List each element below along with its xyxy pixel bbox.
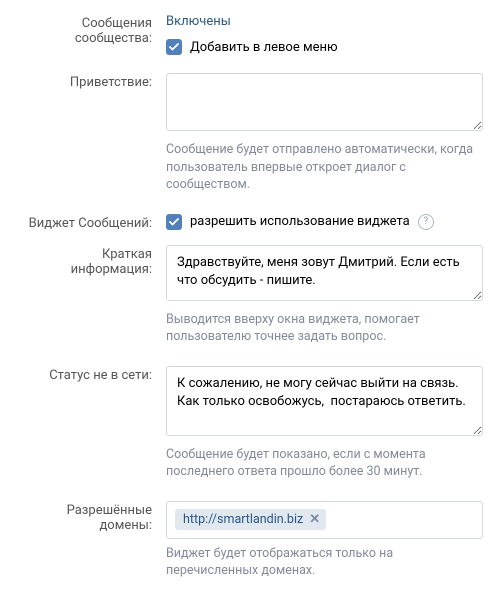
greeting-textarea[interactable]: [166, 73, 483, 131]
domains-row: Разрешённые домены: http://smartlandin.b…: [18, 497, 483, 590]
domains-help: Виджет будет отображаться только на пере…: [166, 545, 483, 580]
short-info-label: Краткая информация:: [18, 241, 166, 277]
greeting-row: Приветствие: Сообщение будет отправлено …: [18, 69, 483, 204]
greeting-help: Сообщение будет отправлено автоматически…: [166, 141, 483, 194]
short-info-row: Краткая информация: Выводится вверху окн…: [18, 241, 483, 356]
domain-token-text: http://smartlandin.biz: [183, 512, 303, 527]
offline-row: Статус не в сети: Сообщение будет показа…: [18, 362, 483, 491]
community-messages-row: Сообщения сообщества: Включены Добавить …: [18, 10, 483, 55]
domains-label: Разрешённые домены:: [18, 497, 166, 533]
offline-textarea[interactable]: [166, 366, 483, 436]
short-info-help: Выводится вверху окна виджета, помогает …: [166, 311, 483, 346]
remove-token-icon[interactable]: ✕: [309, 512, 320, 527]
short-info-textarea[interactable]: [166, 245, 483, 301]
community-messages-value[interactable]: Включены: [166, 14, 231, 29]
widget-allow-checkbox[interactable]: [166, 214, 182, 230]
community-messages-label: Сообщения сообщества:: [18, 10, 166, 46]
widget-allow-label: разрешить использование виджета: [190, 214, 410, 229]
widget-label: Виджет Сообщений:: [18, 210, 166, 231]
greeting-label: Приветствие:: [18, 69, 166, 90]
offline-label: Статус не в сети:: [18, 362, 166, 383]
widget-row: Виджет Сообщений: разрешить использовани…: [18, 210, 483, 231]
add-to-menu-label: Добавить в левое меню: [190, 40, 338, 55]
add-to-menu-checkbox[interactable]: [166, 39, 182, 55]
offline-help: Сообщение будет показано, если с момента…: [166, 446, 483, 481]
help-icon[interactable]: ?: [418, 214, 434, 230]
domain-token[interactable]: http://smartlandin.biz ✕: [175, 509, 326, 530]
domains-input[interactable]: http://smartlandin.biz ✕: [166, 501, 483, 539]
